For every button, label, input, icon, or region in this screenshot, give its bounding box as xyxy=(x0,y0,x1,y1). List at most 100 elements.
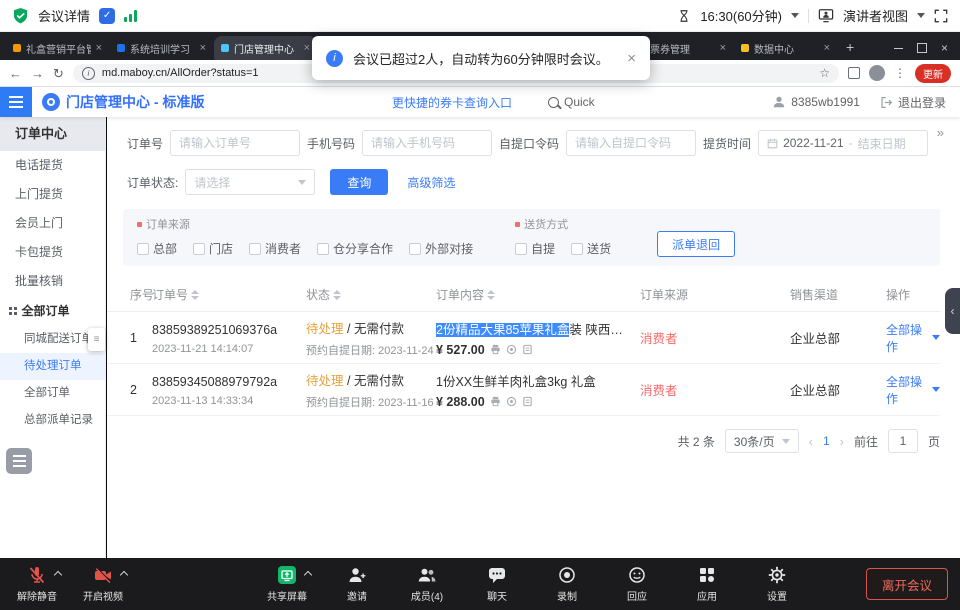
search-button[interactable]: 查询 xyxy=(330,169,388,195)
extensions-icon[interactable] xyxy=(848,67,860,79)
window-close-icon[interactable]: × xyxy=(941,42,948,54)
record-button[interactable]: 录制 xyxy=(542,564,592,603)
col-content[interactable]: 订单内容 xyxy=(436,286,640,303)
sort-icons[interactable] xyxy=(191,290,199,300)
invite-button[interactable]: 邀请 xyxy=(332,564,382,603)
quick-search[interactable]: Quick xyxy=(548,95,595,109)
advanced-filter-link[interactable]: 高级筛选 xyxy=(407,174,455,191)
sidebar-section-order-center[interactable]: 订单中心 xyxy=(0,117,105,151)
forward-icon[interactable]: → xyxy=(31,67,44,80)
next-page-icon[interactable]: › xyxy=(840,434,844,449)
tab-close-icon[interactable]: × xyxy=(720,43,726,54)
sidebar-group-all-orders[interactable]: 全部订单 xyxy=(0,296,105,326)
toast-close-icon[interactable]: × xyxy=(627,50,636,67)
current-page[interactable]: 1 xyxy=(823,434,830,448)
apps-button[interactable]: 应用 xyxy=(682,564,732,603)
qrcode-icon[interactable] xyxy=(506,344,517,355)
unmute-button[interactable]: 解除静音 xyxy=(12,564,62,603)
browser-tab-active[interactable]: 门店管理中心 × xyxy=(214,36,317,60)
tab-close-icon[interactable]: × xyxy=(824,43,830,54)
start-date-value[interactable]: 2022-11-21 xyxy=(783,136,844,150)
browser-tab[interactable]: 系统培训学习 × xyxy=(110,36,213,60)
page-size-select[interactable]: 30条/页 xyxy=(725,429,799,453)
order-status-select[interactable]: 请选择 xyxy=(185,169,315,195)
security-check-icon[interactable]: ✓ xyxy=(99,8,115,24)
browser-menu-icon[interactable]: ⋮ xyxy=(894,66,906,80)
checkbox-external[interactable]: 外部对接 xyxy=(409,240,473,257)
mute-options-caret[interactable] xyxy=(54,571,62,579)
reaction-button[interactable]: 回应 xyxy=(612,564,662,603)
browser-update-button[interactable]: 更新 xyxy=(915,64,951,83)
timer-caret-icon[interactable] xyxy=(791,13,799,18)
checkbox-consumer[interactable]: 消费者 xyxy=(249,240,301,257)
coupon-query-link[interactable]: 更快捷的券卡查询入口 xyxy=(392,94,512,111)
settings-button[interactable]: 设置 xyxy=(752,564,802,603)
qrcode-icon[interactable] xyxy=(506,396,517,407)
checkbox-store[interactable]: 门店 xyxy=(193,240,233,257)
prev-page-icon[interactable]: ‹ xyxy=(809,434,813,449)
sort-icons[interactable] xyxy=(333,290,341,300)
chat-button[interactable]: 聊天 xyxy=(472,564,522,603)
checkbox-delivery[interactable]: 送货 xyxy=(571,240,611,257)
window-maximize-icon[interactable] xyxy=(917,43,927,53)
sidebar-item-phone-pickup[interactable]: 电话提货 xyxy=(0,151,105,180)
share-options-caret[interactable] xyxy=(304,571,312,579)
tab-close-icon[interactable]: × xyxy=(200,43,206,54)
table-row[interactable]: 2 83859345088979792a2023-11-13 14:33:34 … xyxy=(107,364,940,416)
bookmark-star-icon[interactable]: ☆ xyxy=(819,66,830,80)
view-mode-label[interactable]: 演讲者视图 xyxy=(843,6,908,25)
pickup-date-range[interactable]: 2022-11-21 - 结束日期 xyxy=(758,130,928,156)
col-order-no[interactable]: 订单号 xyxy=(152,286,306,303)
print-icon[interactable] xyxy=(490,344,501,355)
sort-icons[interactable] xyxy=(487,290,495,300)
hamburger-menu-icon[interactable] xyxy=(0,87,32,117)
col-status[interactable]: 状态 xyxy=(306,286,436,303)
end-date-placeholder[interactable]: 结束日期 xyxy=(858,135,906,152)
logout-button[interactable]: 退出登录 xyxy=(880,94,946,111)
table-row[interactable]: 1 83859389251069376a2023-11-21 14:14:07 … xyxy=(107,312,940,364)
order-no-input[interactable] xyxy=(170,130,300,156)
start-video-button[interactable]: 开启视频 xyxy=(78,564,128,603)
sidebar-item-hq-dispatch-records[interactable]: 总部派单记录 xyxy=(0,407,105,434)
goto-page-input[interactable] xyxy=(888,429,918,453)
fullscreen-icon[interactable] xyxy=(934,9,948,23)
browser-tab[interactable]: 数据中心 × xyxy=(734,36,837,60)
sidebar-item-batch-verify[interactable]: 批量核销 xyxy=(0,267,105,296)
sidebar-item-all-orders[interactable]: 全部订单 xyxy=(0,380,105,407)
note-icon[interactable] xyxy=(522,396,533,407)
meeting-timer[interactable]: 16:30(60分钟) xyxy=(700,6,782,25)
print-icon[interactable] xyxy=(490,396,501,407)
checkbox-hq[interactable]: 总部 xyxy=(137,240,177,257)
view-mode-caret-icon[interactable] xyxy=(917,13,925,18)
browser-profile-avatar[interactable] xyxy=(869,65,885,81)
sidebar-item-member-visit[interactable]: 会员上门 xyxy=(0,209,105,238)
checkbox-self-pickup[interactable]: 自提 xyxy=(515,240,555,257)
back-icon[interactable]: ← xyxy=(9,67,22,80)
side-panel-handle[interactable]: ‹ xyxy=(945,288,960,334)
share-screen-button[interactable]: 共享屏幕 xyxy=(262,564,312,603)
new-tab-icon[interactable]: + xyxy=(846,39,854,55)
sidebar-item-pending-orders[interactable]: 待处理订单 xyxy=(0,353,105,380)
network-signal-icon[interactable] xyxy=(124,10,137,22)
leave-meeting-button[interactable]: 离开会议 xyxy=(866,568,948,600)
row-actions-dropdown[interactable]: 全部操作 xyxy=(886,321,940,355)
filter-collapse-icon[interactable]: » xyxy=(937,125,944,140)
checkbox-warehouse-share[interactable]: 仓分享合作 xyxy=(317,240,393,257)
phone-input[interactable] xyxy=(362,130,492,156)
tab-close-icon[interactable]: × xyxy=(304,43,310,54)
user-account[interactable]: 8385wb1991 xyxy=(772,95,860,109)
tab-close-icon[interactable]: × xyxy=(96,43,102,54)
annotation-toolbar-button[interactable] xyxy=(6,448,32,474)
window-minimize-icon[interactable] xyxy=(894,48,903,49)
sidebar-item-door-pickup[interactable]: 上门提货 xyxy=(0,180,105,209)
page-drag-handle[interactable]: ≡ xyxy=(88,328,105,351)
site-info-icon[interactable]: i xyxy=(82,67,95,80)
browser-tab[interactable]: 礼盒营销平台管理中心 × xyxy=(6,36,109,60)
pickup-code-input[interactable] xyxy=(566,130,696,156)
members-button[interactable]: 成员(4) xyxy=(402,564,452,603)
row-actions-dropdown[interactable]: 全部操作 xyxy=(886,373,940,407)
dispatch-return-button[interactable]: 派单退回 xyxy=(657,231,735,257)
reload-icon[interactable]: ↻ xyxy=(53,67,64,80)
meeting-detail-label[interactable]: 会议详情 xyxy=(38,6,90,25)
note-icon[interactable] xyxy=(522,344,533,355)
